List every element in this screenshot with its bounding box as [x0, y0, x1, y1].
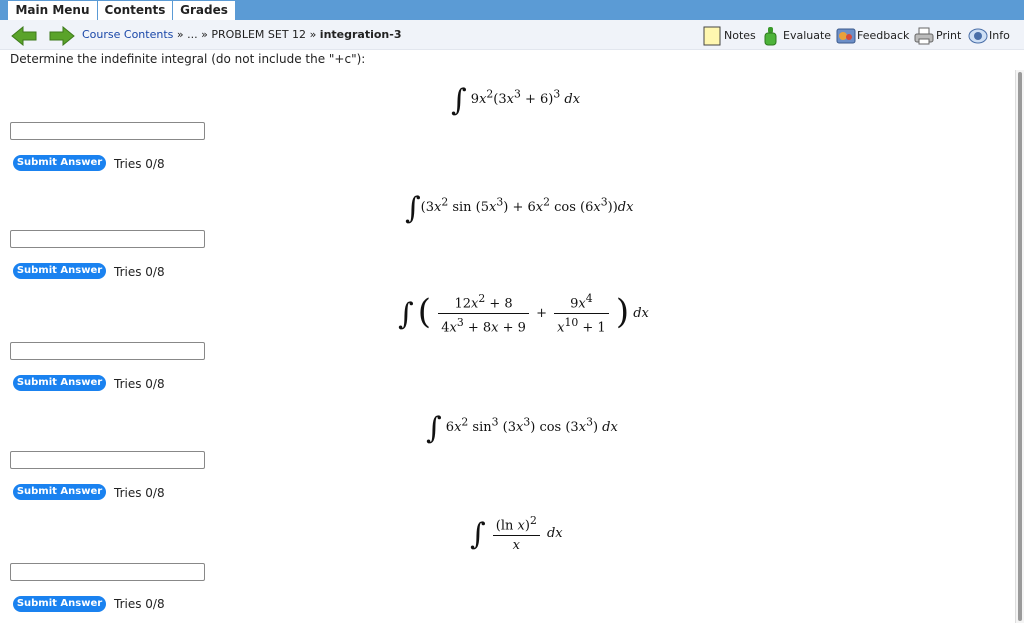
- submit-answer-button-2[interactable]: Submit Answer: [13, 263, 106, 279]
- submit-answer-button-1[interactable]: Submit Answer: [13, 155, 106, 171]
- breadcrumb-problem-set[interactable]: PROBLEM SET 12: [211, 28, 306, 41]
- answer-input-3[interactable]: [10, 342, 205, 360]
- notes-button[interactable]: Notes: [703, 26, 756, 46]
- evaluate-icon: [764, 27, 777, 46]
- scrollbar-thumb[interactable]: [1018, 72, 1022, 621]
- tries-counter-2: Tries 0/8: [114, 265, 165, 279]
- vertical-scrollbar[interactable]: [1015, 70, 1024, 623]
- answer-input-2[interactable]: [10, 230, 205, 248]
- integral-sign: ∫: [470, 517, 486, 552]
- answer-input-1[interactable]: [10, 122, 205, 140]
- answer-input-4[interactable]: [10, 451, 205, 469]
- integral-sign: ∫: [405, 191, 421, 226]
- breadcrumb-course-contents[interactable]: Course Contents: [82, 28, 173, 41]
- breadcrumb-separator: »: [201, 28, 208, 41]
- integral-3: ∫ ( 12x2 + 8 4x3 + 8x + 9 + 9x4 x10 + 1 …: [398, 291, 649, 336]
- fraction: 12x2 + 8 4x3 + 8x + 9: [438, 292, 529, 335]
- tries-counter-3: Tries 0/8: [114, 377, 165, 391]
- tries-counter-5: Tries 0/8: [114, 597, 165, 611]
- instructions: Determine the indefinite integral (do no…: [10, 52, 366, 66]
- notes-icon: [703, 26, 721, 46]
- breadcrumb-ellipsis[interactable]: ...: [187, 28, 198, 41]
- tries-counter-1: Tries 0/8: [114, 157, 165, 171]
- info-label: Info: [989, 29, 1010, 42]
- menu-main-menu[interactable]: Main Menu: [8, 1, 98, 20]
- tries-counter-4: Tries 0/8: [114, 486, 165, 500]
- integral-2: ∫(3x2 sin (5x3) + 6x2 cos (6x3))dx: [405, 191, 634, 226]
- submit-answer-button-3[interactable]: Submit Answer: [13, 375, 106, 391]
- submit-answer-button-5[interactable]: Submit Answer: [13, 596, 106, 612]
- breadcrumb-current: integration-3: [319, 28, 402, 41]
- back-arrow-icon[interactable]: [11, 26, 37, 46]
- breadcrumb-separator: »: [176, 28, 184, 41]
- fraction: (ln x)2 x: [492, 514, 540, 553]
- feedback-button[interactable]: Feedback: [836, 26, 910, 46]
- integral-sign: ∫: [451, 83, 467, 118]
- breadcrumb: Course Contents » ... » PROBLEM SET 12 »…: [82, 28, 401, 41]
- evaluate-label: Evaluate: [783, 29, 832, 42]
- fraction: 9x4 x10 + 1: [554, 292, 609, 335]
- navigation-bar: Course Contents » ... » PROBLEM SET 12 »…: [0, 20, 1024, 50]
- integral-sign: ∫: [398, 297, 414, 332]
- feedback-label: Feedback: [857, 29, 910, 42]
- submit-answer-button-4[interactable]: Submit Answer: [13, 484, 106, 500]
- evaluate-button[interactable]: Evaluate: [762, 26, 832, 46]
- integral-1: ∫ 9x2(3x3 + 6)3 dx: [451, 83, 581, 118]
- menu-contents[interactable]: Contents: [98, 1, 173, 20]
- info-button[interactable]: Info: [968, 26, 1014, 46]
- forward-arrow-icon[interactable]: [49, 26, 75, 46]
- info-icon: [968, 28, 988, 44]
- integral-5: ∫ (ln x)2 x dx: [470, 513, 563, 554]
- printer-icon: [914, 27, 934, 45]
- integral-sign: ∫: [426, 411, 442, 446]
- print-label: Print: [936, 29, 962, 42]
- notes-label: Notes: [724, 29, 756, 42]
- answer-input-5[interactable]: [10, 563, 205, 581]
- feedback-icon: [836, 28, 856, 44]
- integral-4: ∫ 6x2 sin3 (3x3) cos (3x3) dx: [426, 411, 618, 446]
- print-button[interactable]: Print: [914, 26, 962, 46]
- breadcrumb-separator: »: [309, 28, 317, 41]
- menu-grades[interactable]: Grades: [173, 1, 236, 20]
- main-menu-bar: Main Menu Contents Grades: [0, 0, 1024, 20]
